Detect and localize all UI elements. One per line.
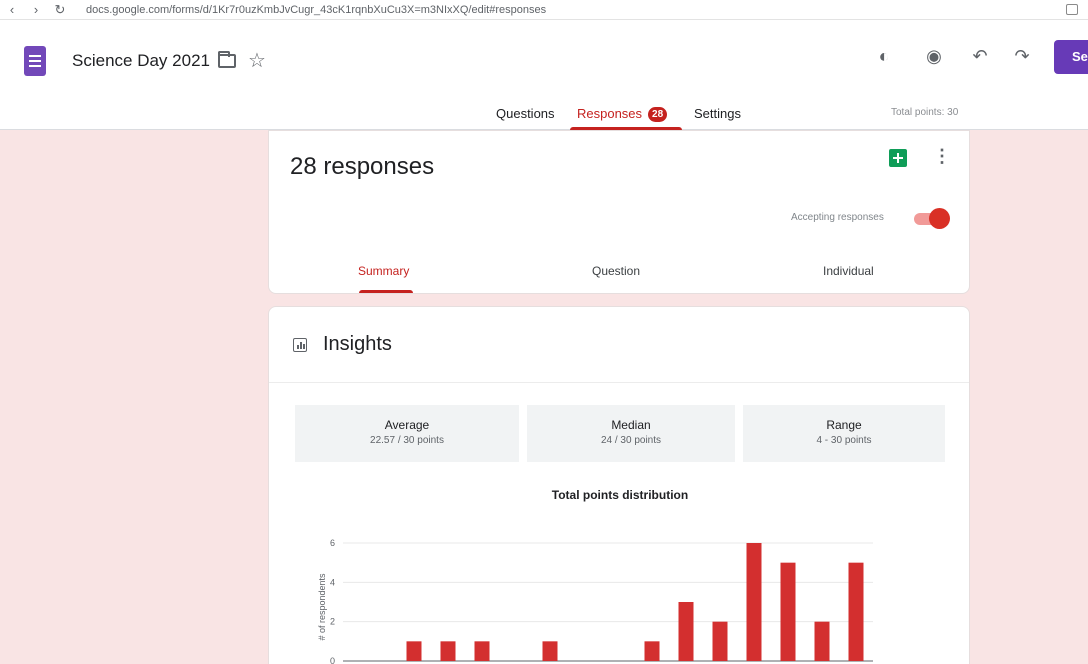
sheets-icon[interactable] — [889, 149, 907, 167]
chart-bar[interactable] — [780, 562, 796, 661]
responses-card: 28 responses ⋮ Accepting responses Summa… — [268, 130, 970, 294]
chart-bar[interactable] — [406, 641, 422, 661]
stat-label: Average — [384, 418, 430, 432]
back-icon[interactable]: ‹ — [0, 2, 24, 17]
tab-settings[interactable]: Settings — [694, 106, 741, 121]
tab-questions[interactable]: Questions — [496, 106, 555, 121]
subtab-summary[interactable]: Summary — [358, 264, 409, 278]
stat-value: 24 / 30 points — [600, 435, 662, 446]
points-distribution-chart: 0 2 4 6 # of respondents — [317, 538, 873, 664]
tab-responses[interactable]: Responses 28 — [577, 106, 668, 122]
chart-y-ticks: 0 2 4 6 — [330, 538, 335, 664]
chart-title: Total points distribution — [551, 488, 689, 502]
chart-bar[interactable] — [712, 621, 728, 661]
palette-icon[interactable]: ◐ — [872, 46, 896, 67]
chart-bar[interactable] — [814, 621, 830, 661]
chart-y-tick-label: 2 — [330, 617, 335, 627]
responses-count-badge: 28 — [648, 107, 668, 122]
stat-label: Median — [611, 418, 651, 432]
chart-bar[interactable] — [746, 543, 762, 661]
chart-y-axis-label: # of respondents — [317, 573, 327, 641]
insights-title: Insights — [323, 333, 392, 355]
preview-eye-icon[interactable]: ◉ — [922, 46, 946, 67]
active-subtab-indicator — [359, 290, 413, 293]
redo-icon[interactable]: ↷ — [1010, 46, 1034, 67]
form-header: Science Day 2021 ☆ ◐ ◉ ↶ ↷ Se Questions … — [0, 20, 1088, 130]
browser-address-bar: ‹ › ↻ docs.google.com/forms/d/1Kr7r0uzKm… — [0, 0, 1088, 20]
subtab-individual[interactable]: Individual — [823, 264, 874, 278]
stat-value: 4 - 30 points — [816, 435, 872, 446]
tab-responses-label: Responses — [577, 106, 643, 121]
divider — [269, 382, 969, 383]
accepting-responses-toggle[interactable] — [914, 208, 950, 229]
stat-average: Average 22.57 / 30 points — [295, 405, 519, 462]
stat-range: Range 4 - 30 points — [743, 405, 945, 462]
reload-icon[interactable]: ↻ — [48, 2, 72, 18]
star-icon[interactable]: ☆ — [248, 48, 266, 73]
chart-bar[interactable] — [678, 602, 694, 661]
toggle-knob — [929, 208, 950, 229]
chart-y-tick-label: 0 — [330, 656, 335, 664]
insights-chart-icon — [293, 338, 307, 352]
chart-bar[interactable] — [440, 641, 456, 661]
chart-bar[interactable] — [848, 562, 864, 661]
chart-bar[interactable] — [644, 641, 660, 661]
stat-value: 22.57 / 30 points — [370, 435, 444, 446]
document-title[interactable]: Science Day 2021 — [72, 51, 210, 71]
chart-bars — [406, 543, 864, 661]
chart-bar[interactable] — [474, 641, 490, 661]
undo-icon[interactable]: ↶ — [968, 46, 992, 67]
stat-label: Range — [826, 418, 862, 432]
insights-card: Insights Average 22.57 / 30 points Media… — [268, 306, 970, 664]
send-button[interactable]: Se — [1054, 40, 1088, 74]
url-text[interactable]: docs.google.com/forms/d/1Kr7r0uzKmbJvCug… — [86, 4, 906, 16]
chart-bar[interactable] — [542, 641, 558, 661]
extension-icon[interactable] — [1066, 4, 1078, 15]
subtab-question[interactable]: Question — [592, 264, 640, 278]
chart-y-tick-label: 6 — [330, 538, 335, 548]
stat-median: Median 24 / 30 points — [527, 405, 735, 462]
google-forms-logo-icon[interactable] — [24, 46, 46, 76]
responses-count-heading: 28 responses — [290, 153, 435, 180]
accepting-responses-label: Accepting responses — [791, 212, 884, 223]
chart-y-tick-label: 4 — [330, 577, 335, 587]
total-points-label: Total points: 30 — [891, 107, 959, 118]
move-to-folder-icon[interactable] — [218, 51, 236, 68]
forward-icon[interactable]: › — [24, 2, 48, 17]
more-options-icon[interactable]: ⋮ — [933, 147, 951, 165]
